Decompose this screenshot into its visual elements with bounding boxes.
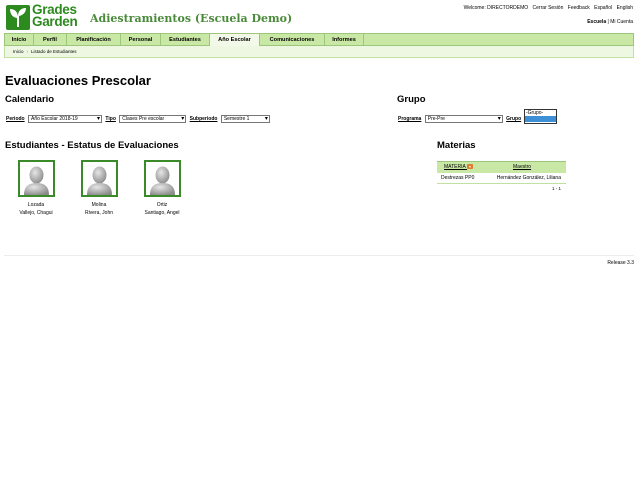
leaf-icon — [6, 5, 30, 30]
student-card[interactable]: Lozada Vallejo, Chagui — [6, 160, 66, 217]
page-title: Evaluaciones Prescolar — [5, 73, 151, 88]
tab-inicio[interactable]: Inicio — [5, 34, 34, 46]
logo-text: Grades Garden — [32, 2, 78, 29]
main-nav: Inicio Perfil Planificación Personal Est… — [4, 33, 634, 47]
materia-cell[interactable]: Destrezas PP0 — [437, 173, 489, 183]
maestro-cell: Hernández González, Liliana — [496, 175, 561, 181]
grupo-filters: Programa Pre-Pre Grupo — [398, 115, 523, 123]
periodo-label: Periodo — [6, 116, 25, 123]
materias-table: MATERIA ▾ Maestro Destrezas PP0 Hernánde… — [437, 161, 566, 191]
subperiodo-label: Subperiodo — [189, 116, 218, 123]
student-name: Lozada Vallejo, Chagui — [19, 202, 53, 216]
english-link[interactable]: English — [617, 5, 633, 11]
materias-heading: Materias — [437, 140, 476, 151]
periodo-select[interactable]: Año Escolar 2018-19 — [28, 115, 103, 123]
welcome-text: Welcome: DIRECTORDEMO — [463, 5, 529, 11]
tab-estudiantes[interactable]: Estudiantes — [161, 34, 210, 46]
tab-informes[interactable]: Informes — [325, 34, 364, 46]
pager: 1 - 1 — [551, 186, 561, 191]
avatar[interactable] — [143, 160, 181, 197]
table-header: MATERIA ▾ Maestro — [437, 161, 566, 173]
school-title: Adiestramientos (Escuela Demo) — [90, 12, 293, 25]
col-maestro-header[interactable]: Maestro — [497, 162, 566, 173]
grupo-select-open[interactable]: -Grupo- — [524, 109, 557, 124]
person-icon — [86, 166, 112, 195]
breadcrumb-separator: › — [26, 49, 29, 54]
tipo-label: Tipo — [105, 116, 116, 123]
avatar[interactable] — [80, 160, 118, 197]
tab-personal[interactable]: Personal — [121, 34, 161, 46]
sort-down-icon: ▾ — [466, 164, 473, 170]
student-name: Ortiz Santiago, Angel — [144, 202, 180, 216]
breadcrumb: Inicio › Listado de Estudiantes — [4, 46, 634, 58]
footer-divider — [4, 255, 634, 256]
escuela-link[interactable]: Escuela — [587, 19, 606, 25]
grupo-label: Grupo — [506, 116, 522, 123]
programa-select[interactable]: Pre-Pre — [424, 115, 503, 123]
calendario-heading: Calendario — [5, 94, 55, 105]
top-links: Welcome: DIRECTORDEMO Cerrar Sesión Feed… — [461, 5, 633, 11]
tipo-select[interactable]: Clases Pre escolar — [119, 115, 187, 123]
calendario-filters: Periodo Año Escolar 2018-19 Tipo Clases … — [6, 115, 272, 123]
logout-link[interactable]: Cerrar Sesión — [533, 5, 564, 11]
student-card[interactable]: Ortiz Santiago, Angel — [132, 160, 192, 217]
tab-comunicaciones[interactable]: Comunicaciones — [260, 34, 325, 46]
tab-perfil[interactable]: Perfil — [34, 34, 67, 46]
student-card[interactable]: Molina Rivera, John — [69, 160, 129, 217]
avatar[interactable] — [17, 160, 55, 197]
breadcrumb-current: Listado de Estudiantes — [31, 49, 77, 54]
table-row[interactable]: Destrezas PP0 Hernández González, Lilian… — [437, 173, 566, 184]
grupo-option-highlighted[interactable] — [525, 116, 556, 122]
mi-cuenta-link[interactable]: Mi Cuenta — [610, 19, 633, 25]
col-materia-header[interactable]: MATERIA ▾ — [437, 162, 497, 173]
person-icon — [149, 166, 175, 195]
release-label: Release 3.3 — [607, 260, 634, 266]
grades-garden-logo[interactable]: Grades Garden — [6, 2, 84, 31]
programa-label: Programa — [398, 116, 422, 123]
grupo-heading: Grupo — [397, 94, 426, 105]
account-separator: | — [606, 19, 609, 25]
subperiodo-select[interactable]: Semestre 1 — [220, 115, 270, 123]
student-name: Molina Rivera, John — [84, 202, 114, 216]
account-links: Escuela | Mi Cuenta — [587, 19, 633, 25]
spanish-link[interactable]: Español — [594, 5, 612, 11]
tab-planificacion[interactable]: Planificación — [67, 34, 121, 46]
breadcrumb-home[interactable]: Inicio — [13, 49, 24, 54]
students-heading: Estudiantes - Estatus de Evaluaciones — [5, 140, 179, 151]
feedback-link[interactable]: Feedback — [568, 5, 590, 11]
person-icon — [23, 166, 49, 195]
